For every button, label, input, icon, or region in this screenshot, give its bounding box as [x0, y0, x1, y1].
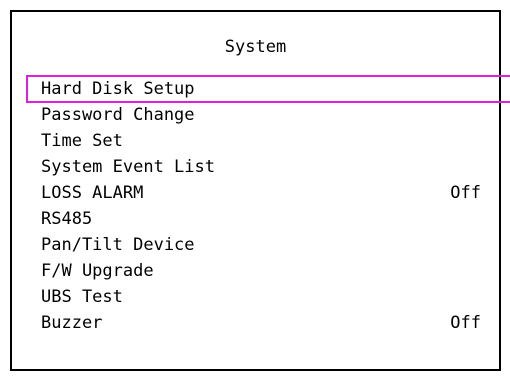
menu-item-password-change[interactable]: Password Change: [27, 102, 510, 128]
menu-item-loss-alarm[interactable]: LOSS ALARM Off: [27, 180, 510, 206]
menu-item-label: Password Change: [41, 105, 195, 125]
menu-item-label: RS485: [41, 209, 93, 229]
menu-item-label: UBS Test: [41, 287, 123, 307]
menu-item-label: Time Set: [41, 131, 123, 151]
buzzer-value: Off: [450, 313, 481, 333]
menu-item-rs485[interactable]: RS485: [27, 206, 510, 232]
menu-item-ubs-test[interactable]: UBS Test: [27, 284, 510, 310]
system-menu-window: System Hard Disk Setup Password Change T…: [10, 10, 510, 371]
menu-item-label: Hard Disk Setup: [41, 79, 195, 99]
menu-item-label: System Event List: [41, 157, 215, 177]
system-menu-list: Hard Disk Setup Password Change Time Set…: [26, 75, 510, 336]
menu-item-pan-tilt-device[interactable]: Pan/Tilt Device: [27, 232, 510, 258]
menu-item-buzzer[interactable]: Buzzer Off: [27, 310, 510, 336]
menu-item-label: Pan/Tilt Device: [41, 235, 195, 255]
menu-item-hard-disk-setup[interactable]: Hard Disk Setup: [26, 75, 510, 103]
page-title: System: [224, 37, 287, 57]
menu-item-label: LOSS ALARM: [41, 183, 144, 203]
menu-item-system-event-list[interactable]: System Event List: [27, 154, 510, 180]
menu-item-fw-upgrade[interactable]: F/W Upgrade: [27, 258, 510, 284]
menu-item-time-set[interactable]: Time Set: [27, 128, 510, 154]
menu-item-label: Buzzer: [41, 313, 103, 333]
menu-item-label: F/W Upgrade: [41, 261, 154, 281]
loss-alarm-value: Off: [450, 183, 481, 203]
